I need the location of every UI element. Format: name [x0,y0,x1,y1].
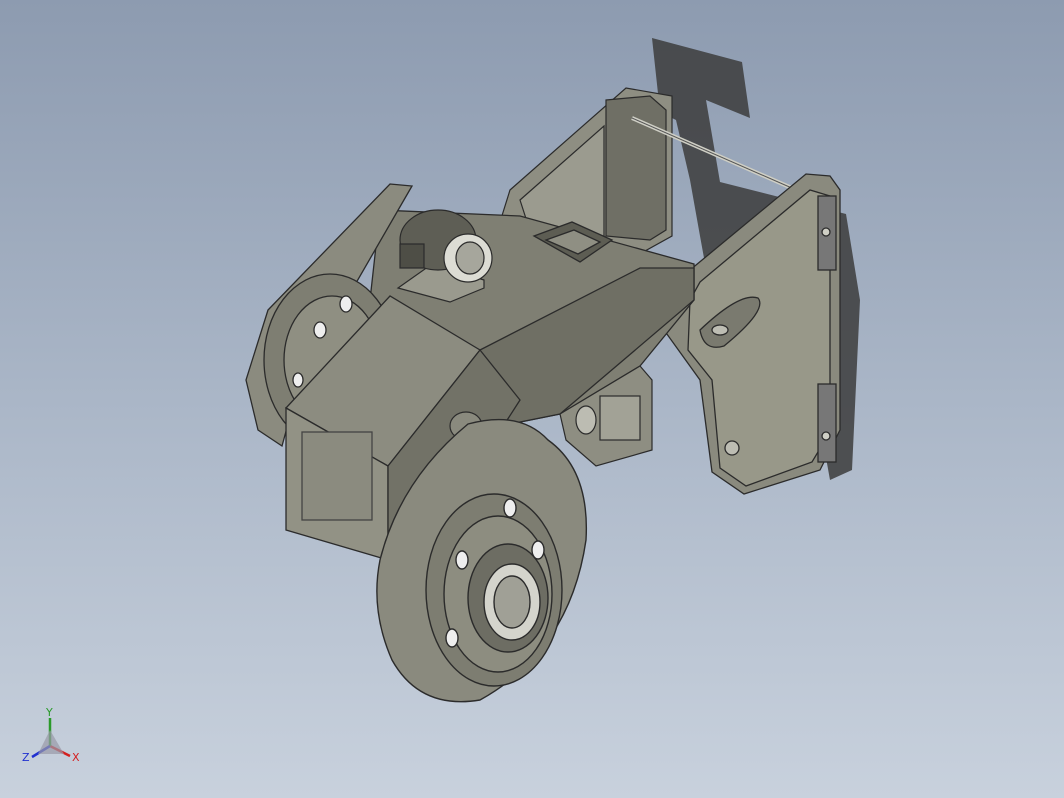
axis-triad[interactable]: Y X Z [22,706,80,764]
triad-base-icon [38,730,64,754]
triad-z-label: Z [22,751,30,764]
assembly-model[interactable]: Y X Z [0,0,1064,798]
triad-x-label: X [72,751,80,764]
triad-y-label: Y [45,706,53,719]
mounting-plate [663,173,841,495]
cad-3d-viewport[interactable]: Y X Z [0,0,1064,798]
